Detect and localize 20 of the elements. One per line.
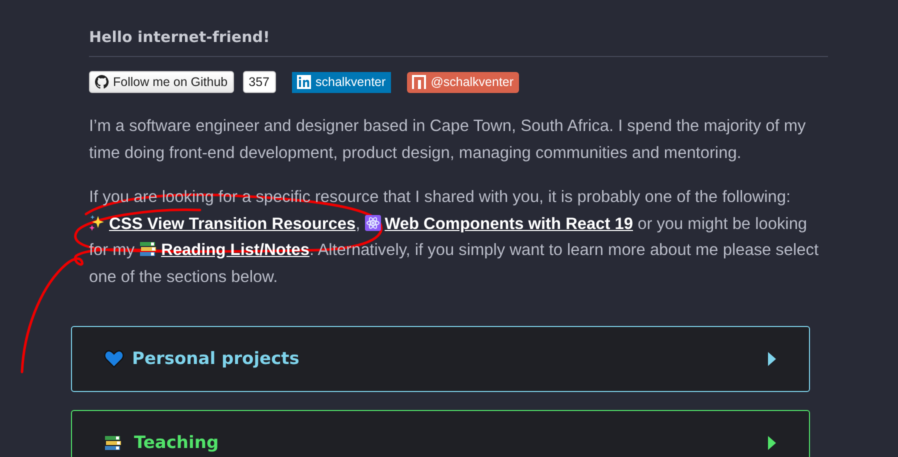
linkedin-icon bbox=[296, 75, 310, 89]
follower-count: 357 bbox=[242, 71, 276, 93]
books-icon bbox=[139, 241, 158, 257]
linkedin-badge[interactable]: schalkventer bbox=[292, 72, 391, 92]
resource-link[interactable]: CSS View Transition Resources bbox=[89, 214, 356, 232]
section-title: Teaching bbox=[134, 433, 220, 453]
resource-link[interactable]: Web Components with React 19 bbox=[364, 214, 634, 232]
heart-icon bbox=[104, 350, 124, 368]
greeting-heading: Hello internet-friend! bbox=[89, 28, 828, 57]
npm-badge[interactable]: @schalkventer bbox=[406, 72, 519, 92]
github-icon bbox=[95, 75, 109, 89]
section-card[interactable]: Personal projects bbox=[71, 326, 810, 392]
sparkles-icon bbox=[89, 214, 105, 230]
atom-icon bbox=[364, 214, 381, 230]
section-title: Personal projects bbox=[132, 349, 300, 369]
section-card[interactable]: Teaching bbox=[71, 410, 810, 457]
npm-icon bbox=[412, 75, 426, 89]
intro-paragraph: I’m a software engineer and designer based in Cape Town, South Africa. I spend the majority of my time doing front-end development, product design, managing communities and mentoring. bbox=[89, 116, 807, 164]
books-icon bbox=[104, 435, 122, 451]
github-follow-button[interactable]: Follow me on Github bbox=[89, 71, 234, 93]
